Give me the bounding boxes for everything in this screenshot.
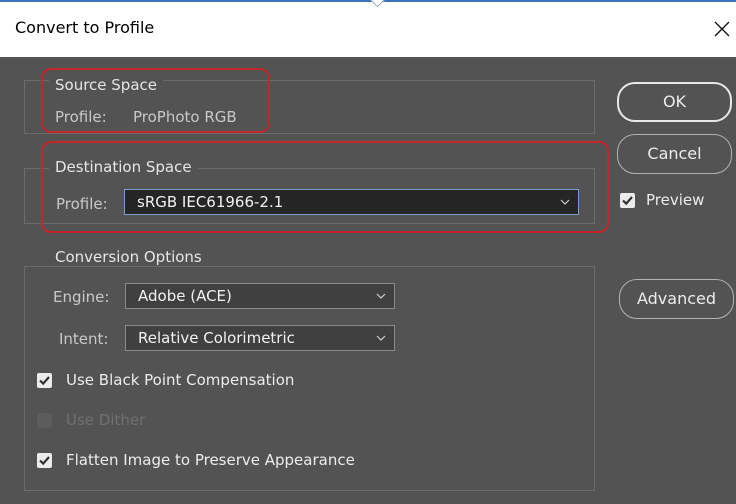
preview-label[interactable]: Preview xyxy=(646,191,704,209)
chevron-down-icon xyxy=(376,293,386,299)
title-bar: Convert to Profile xyxy=(0,0,736,57)
title-notch xyxy=(369,0,386,8)
black-point-label[interactable]: Use Black Point Compensation xyxy=(66,371,294,389)
black-point-checkbox[interactable] xyxy=(37,373,52,388)
checkmark-icon xyxy=(39,456,50,466)
engine-select[interactable]: Adobe (ACE) xyxy=(125,283,395,309)
destination-space-highlight xyxy=(41,141,609,233)
advanced-button[interactable]: Advanced xyxy=(619,279,734,319)
checkmark-icon xyxy=(39,376,50,386)
checkmark-icon xyxy=(622,196,633,206)
engine-label: Engine: xyxy=(53,288,110,306)
intent-value: Relative Colorimetric xyxy=(138,329,295,347)
window-title: Convert to Profile xyxy=(15,18,155,37)
flatten-checkbox[interactable] xyxy=(37,453,52,468)
close-button[interactable] xyxy=(712,18,732,40)
intent-label: Intent: xyxy=(59,330,109,348)
ok-button[interactable]: OK xyxy=(617,82,732,122)
dialog-body: Source Space Profile: ProPhoto RGB Desti… xyxy=(0,57,736,504)
preview-checkbox[interactable] xyxy=(620,193,635,208)
source-space-highlight xyxy=(41,68,270,133)
chevron-down-icon xyxy=(376,335,386,341)
intent-select[interactable]: Relative Colorimetric xyxy=(125,325,395,351)
close-icon xyxy=(714,21,730,37)
conversion-options-title: Conversion Options xyxy=(49,248,208,266)
flatten-label[interactable]: Flatten Image to Preserve Appearance xyxy=(66,451,355,469)
cancel-button[interactable]: Cancel xyxy=(617,134,732,174)
dither-label: Use Dither xyxy=(66,411,146,429)
dither-checkbox xyxy=(37,413,52,428)
engine-value: Adobe (ACE) xyxy=(138,287,232,305)
